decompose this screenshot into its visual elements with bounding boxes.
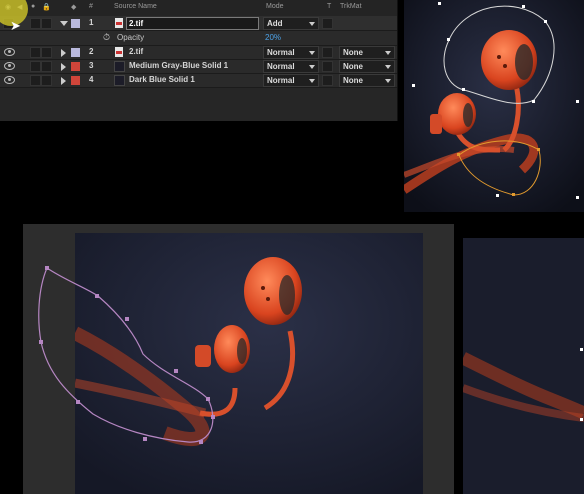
preserve-transparency-toggle[interactable] [322, 47, 333, 58]
layer-panel: ◉ ◀ ● 🔒 ◆ # Source Name Mode T TrkMat 1 … [0, 0, 398, 121]
image-file-icon [115, 47, 123, 57]
chevron-down-icon [309, 65, 315, 69]
layer-panel-empty-area[interactable] [0, 88, 397, 121]
opacity-label: Opacity [117, 33, 145, 42]
expand-triangle-icon[interactable] [61, 63, 66, 71]
mode-dropdown[interactable]: Normal [263, 46, 319, 59]
trkmat-dropdown[interactable]: None [339, 46, 395, 59]
opacity-property-row: ⏱ Opacity 20% [0, 31, 397, 46]
layer-number: 3 [89, 61, 94, 70]
trkmat-value: None [343, 76, 363, 85]
eye-icon[interactable] [4, 62, 15, 70]
mode-dropdown[interactable]: Normal [263, 74, 319, 87]
lock-icon[interactable]: 🔒 [42, 3, 51, 11]
composition-viewer-topright[interactable] [404, 0, 584, 212]
label-icon[interactable]: ◆ [71, 3, 76, 11]
solo-icon[interactable]: ● [31, 3, 35, 10]
preserve-transparency-toggle[interactable] [322, 75, 333, 86]
trkmat-dropdown[interactable]: None [339, 60, 395, 73]
lock-toggle[interactable] [41, 61, 52, 72]
layer-panel-header: ◉ ◀ ● 🔒 ◆ # Source Name Mode T TrkMat [0, 0, 397, 17]
layer-row-3[interactable]: 3 Medium Gray-Blue Solid 1 Normal None [0, 59, 397, 74]
preserve-transparency-toggle[interactable] [322, 18, 333, 29]
trkmat-value: None [343, 62, 363, 71]
mouse-cursor-icon: ➤ [10, 18, 21, 33]
label-color-swatch[interactable] [71, 48, 80, 57]
label-color-swatch[interactable] [71, 19, 80, 28]
composition-viewer-main[interactable] [23, 224, 454, 494]
mode-dropdown[interactable]: Add [263, 17, 319, 30]
mode-value: Normal [267, 48, 295, 57]
trkmat-value: None [343, 48, 363, 57]
column-header-number[interactable]: # [89, 3, 93, 10]
eye-icon[interactable] [4, 48, 15, 56]
layer-name[interactable]: 2.tif [129, 47, 143, 56]
layer-row-4[interactable]: 4 Dark Blue Solid 1 Normal None [0, 73, 397, 88]
mode-value: Normal [267, 62, 295, 71]
chevron-down-icon [309, 79, 315, 83]
trkmat-dropdown[interactable]: None [339, 74, 395, 87]
solo-toggle[interactable] [30, 61, 41, 72]
opacity-value[interactable]: 20% [265, 33, 281, 42]
chevron-down-icon [385, 79, 391, 83]
lock-toggle[interactable] [41, 18, 52, 29]
chevron-down-icon [385, 65, 391, 69]
column-header-t[interactable]: T [327, 3, 331, 10]
label-color-swatch[interactable] [71, 76, 80, 85]
layer-row-2[interactable]: 2 2.tif Normal None [0, 45, 397, 60]
mask-path[interactable] [23, 224, 454, 494]
earphones-image [404, 0, 584, 212]
solo-toggle[interactable] [30, 18, 41, 29]
solid-layer-icon [114, 75, 125, 86]
expand-triangle-icon[interactable] [60, 21, 68, 26]
expand-triangle-icon[interactable] [61, 77, 66, 85]
layer-number: 1 [89, 18, 94, 27]
layer-name[interactable]: Dark Blue Solid 1 [129, 75, 195, 84]
eye-icon[interactable] [4, 76, 15, 84]
image-file-icon [115, 18, 123, 28]
chevron-down-icon [385, 51, 391, 55]
layer-name[interactable]: Medium Gray-Blue Solid 1 [129, 61, 228, 70]
layer-row-1[interactable]: 1 2.tif Add [0, 16, 397, 31]
column-header-trkmat[interactable]: TrkMat [340, 3, 362, 10]
layer-number: 4 [89, 75, 94, 84]
column-header-mode[interactable]: Mode [266, 3, 284, 10]
composition-viewer-right[interactable] [463, 238, 584, 494]
layer-name: 2.tif [129, 19, 144, 28]
solo-toggle[interactable] [30, 75, 41, 86]
mode-value: Normal [267, 76, 295, 85]
column-header-source-name[interactable]: Source Name [114, 3, 157, 10]
stopwatch-icon[interactable]: ⏱ [103, 32, 110, 43]
preserve-transparency-toggle[interactable] [322, 61, 333, 72]
solo-toggle[interactable] [30, 47, 41, 58]
solid-layer-icon [114, 61, 125, 72]
chevron-down-icon [309, 51, 315, 55]
expand-triangle-icon[interactable] [61, 49, 66, 57]
mode-value: Add [267, 19, 283, 28]
layer-name-rename-field[interactable]: 2.tif [126, 17, 259, 30]
lock-toggle[interactable] [41, 75, 52, 86]
mode-dropdown[interactable]: Normal [263, 60, 319, 73]
lock-toggle[interactable] [41, 47, 52, 58]
chevron-down-icon [309, 22, 315, 26]
layer-number: 2 [89, 47, 94, 56]
earphones-image [463, 238, 584, 494]
label-color-swatch[interactable] [71, 62, 80, 71]
